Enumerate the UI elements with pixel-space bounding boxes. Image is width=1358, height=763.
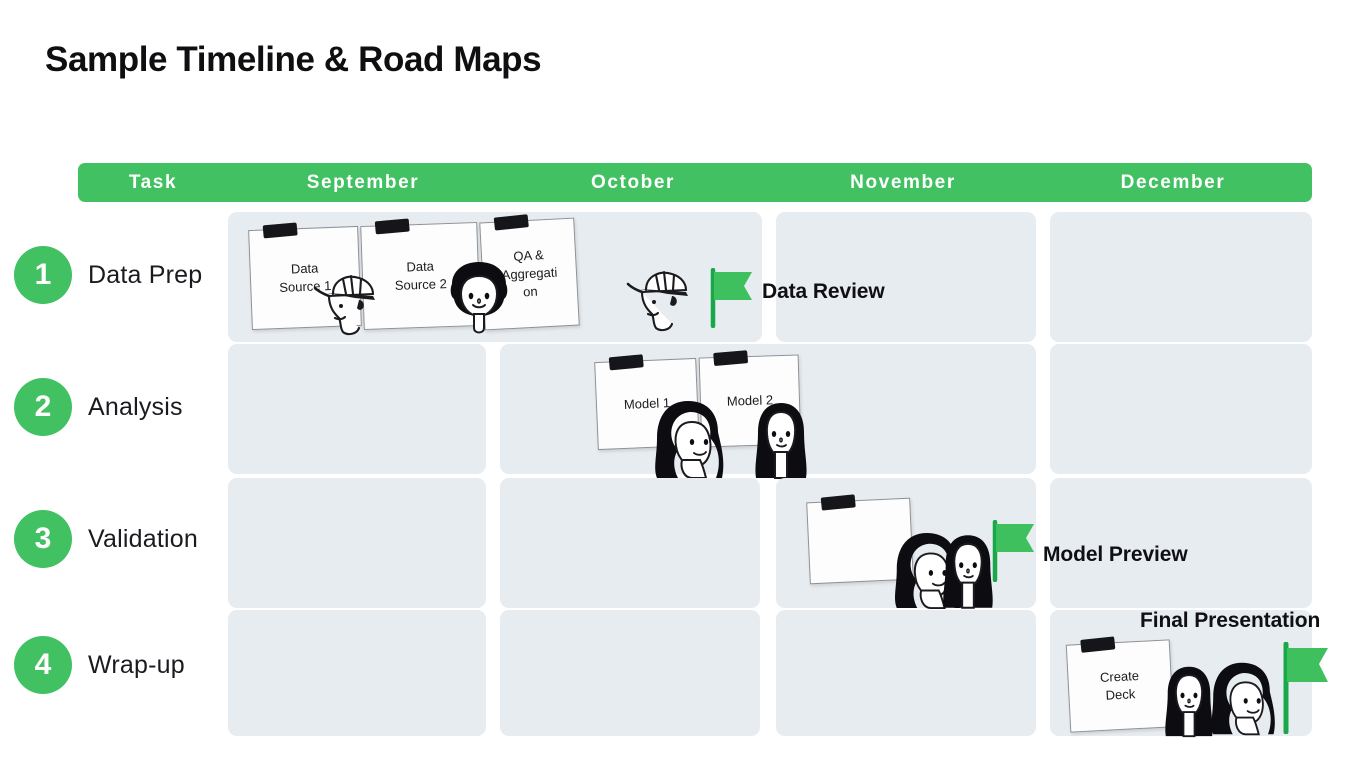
cell-row2-september[interactable] (228, 344, 486, 474)
person-illustration-curly-hair (442, 258, 516, 344)
sticky-note-text (852, 541, 868, 542)
tape-icon (1080, 636, 1116, 653)
person-illustration-straight-hair (750, 400, 812, 480)
cell-row1-november[interactable] (776, 212, 1036, 342)
person-illustration-cap-profile-2 (626, 258, 708, 340)
tape-icon (713, 350, 749, 366)
header-column-september: September (306, 171, 420, 193)
cell-row2-december[interactable] (1050, 344, 1312, 474)
row-title-2: Analysis (88, 392, 183, 421)
timeline-header-bar: Task September October November December (78, 163, 1312, 202)
row-badge-2: 2 (14, 378, 72, 436)
row-title-3: Validation (88, 524, 198, 553)
sticky-note-text: Create Deck (1099, 668, 1140, 703)
cell-row4-november[interactable] (776, 610, 1036, 736)
header-column-task: Task (128, 171, 178, 193)
row-badge-4: 4 (14, 636, 72, 694)
row-badge-1: 1 (14, 246, 72, 304)
cell-row3-october[interactable] (500, 478, 760, 608)
tape-icon (262, 222, 298, 239)
page-title: Sample Timeline & Road Maps (45, 40, 542, 79)
row-badge-3: 3 (14, 510, 72, 568)
row-title-1: Data Prep (88, 260, 203, 289)
tape-icon (374, 218, 410, 235)
tape-icon (493, 214, 529, 231)
tape-icon (820, 494, 856, 511)
person-illustration-long-hair-tilted-3 (1204, 660, 1280, 738)
person-illustration-cap-profile (313, 260, 395, 340)
cell-row3-september[interactable] (228, 478, 486, 608)
row-label-group-1: 1 Data Prep (14, 246, 202, 304)
milestone-label-final-presentation: Final Presentation (1140, 609, 1321, 632)
person-illustration-long-hair-tilted (648, 398, 728, 482)
milestone-label-model-preview: Model Preview (1043, 543, 1188, 566)
header-column-december: December (1120, 171, 1226, 193)
cell-row1-december[interactable] (1050, 212, 1312, 342)
row-label-group-2: 2 Analysis (14, 378, 183, 436)
header-column-november: November (850, 171, 956, 193)
slide-canvas: Sample Timeline & Road Maps Task Septemb… (0, 0, 1358, 763)
row-label-group-4: 4 Wrap-up (14, 636, 185, 694)
tape-icon (608, 354, 644, 371)
flag-icon-row1 (706, 268, 758, 328)
row-label-group-3: 3 Validation (14, 510, 198, 568)
cell-row4-september[interactable] (228, 610, 486, 736)
flag-icon-row4 (1278, 642, 1334, 734)
row-title-4: Wrap-up (88, 650, 185, 679)
header-column-october: October (590, 171, 676, 193)
flag-icon-row3 (988, 520, 1040, 582)
cell-row4-october[interactable] (500, 610, 760, 736)
milestone-label-data-review: Data Review (762, 280, 885, 303)
